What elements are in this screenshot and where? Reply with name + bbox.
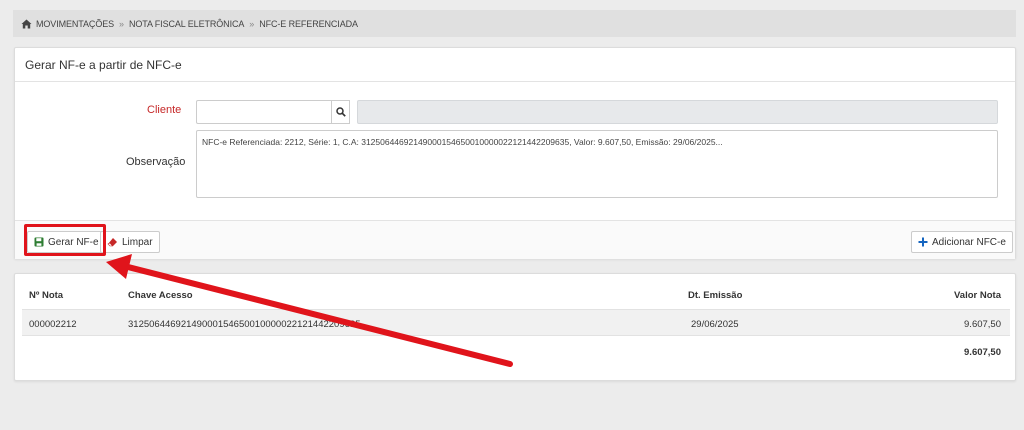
form-actions-bar: Gerar NF-e Limpar Adicionar NFC-e [15, 220, 1015, 259]
cell-numero: 000002212 [29, 319, 77, 330]
cliente-search-button[interactable] [331, 100, 350, 124]
breadcrumb: MOVIMENTAÇÕES » NOTA FISCAL ELETRÔNICA »… [13, 10, 1016, 37]
col-header-numero: Nº Nota [29, 290, 64, 301]
observacao-label: Observação [126, 156, 186, 168]
limpar-button[interactable]: Limpar [100, 231, 160, 253]
breadcrumb-item-nota-fiscal[interactable]: NOTA FISCAL ELETRÔNICA [129, 19, 244, 29]
cliente-label: Cliente [147, 104, 182, 116]
breadcrumb-item-movimentacoes[interactable]: MOVIMENTAÇÕES [36, 19, 114, 29]
adicionar-nfce-label: Adicionar NFC-e [932, 236, 1006, 248]
nfce-table: Nº Nota Chave Acesso Dt. Emissão Valor N… [14, 273, 1016, 381]
plus-icon [918, 237, 928, 247]
col-header-valor: Valor Nota [954, 290, 1001, 301]
cell-chave: 3125064469214900015465001000002212144220… [128, 319, 361, 330]
search-icon [335, 107, 346, 117]
col-header-emissao: Dt. Emissão [688, 290, 743, 301]
panel-title: Gerar NF-e a partir de NFC-e [15, 48, 1015, 82]
col-header-chave: Chave Acesso [128, 290, 193, 301]
highlight-box [24, 224, 106, 256]
adicionar-nfce-button[interactable]: Adicionar NFC-e [911, 231, 1013, 253]
breadcrumb-item-nfce-referenciada: NFC-E REFERENCIADA [259, 18, 358, 29]
home-icon[interactable] [21, 19, 32, 29]
breadcrumb-separator: » [119, 18, 124, 29]
table-total: 9.607,50 [964, 347, 1001, 358]
cliente-name-field [357, 100, 998, 124]
cliente-code-input[interactable] [196, 100, 332, 124]
limpar-label: Limpar [122, 236, 153, 248]
breadcrumb-separator: » [249, 18, 255, 29]
form-panel: Gerar NF-e a partir de NFC-e Cliente Obs… [14, 47, 1016, 259]
cell-emissao: 29/06/2025 [691, 319, 739, 330]
cell-valor: 9.607,50 [964, 319, 1001, 330]
observacao-textarea[interactable]: NFC-e Referenciada: 2212, Série: 1, C.A:… [196, 130, 998, 198]
eraser-icon [107, 238, 117, 247]
